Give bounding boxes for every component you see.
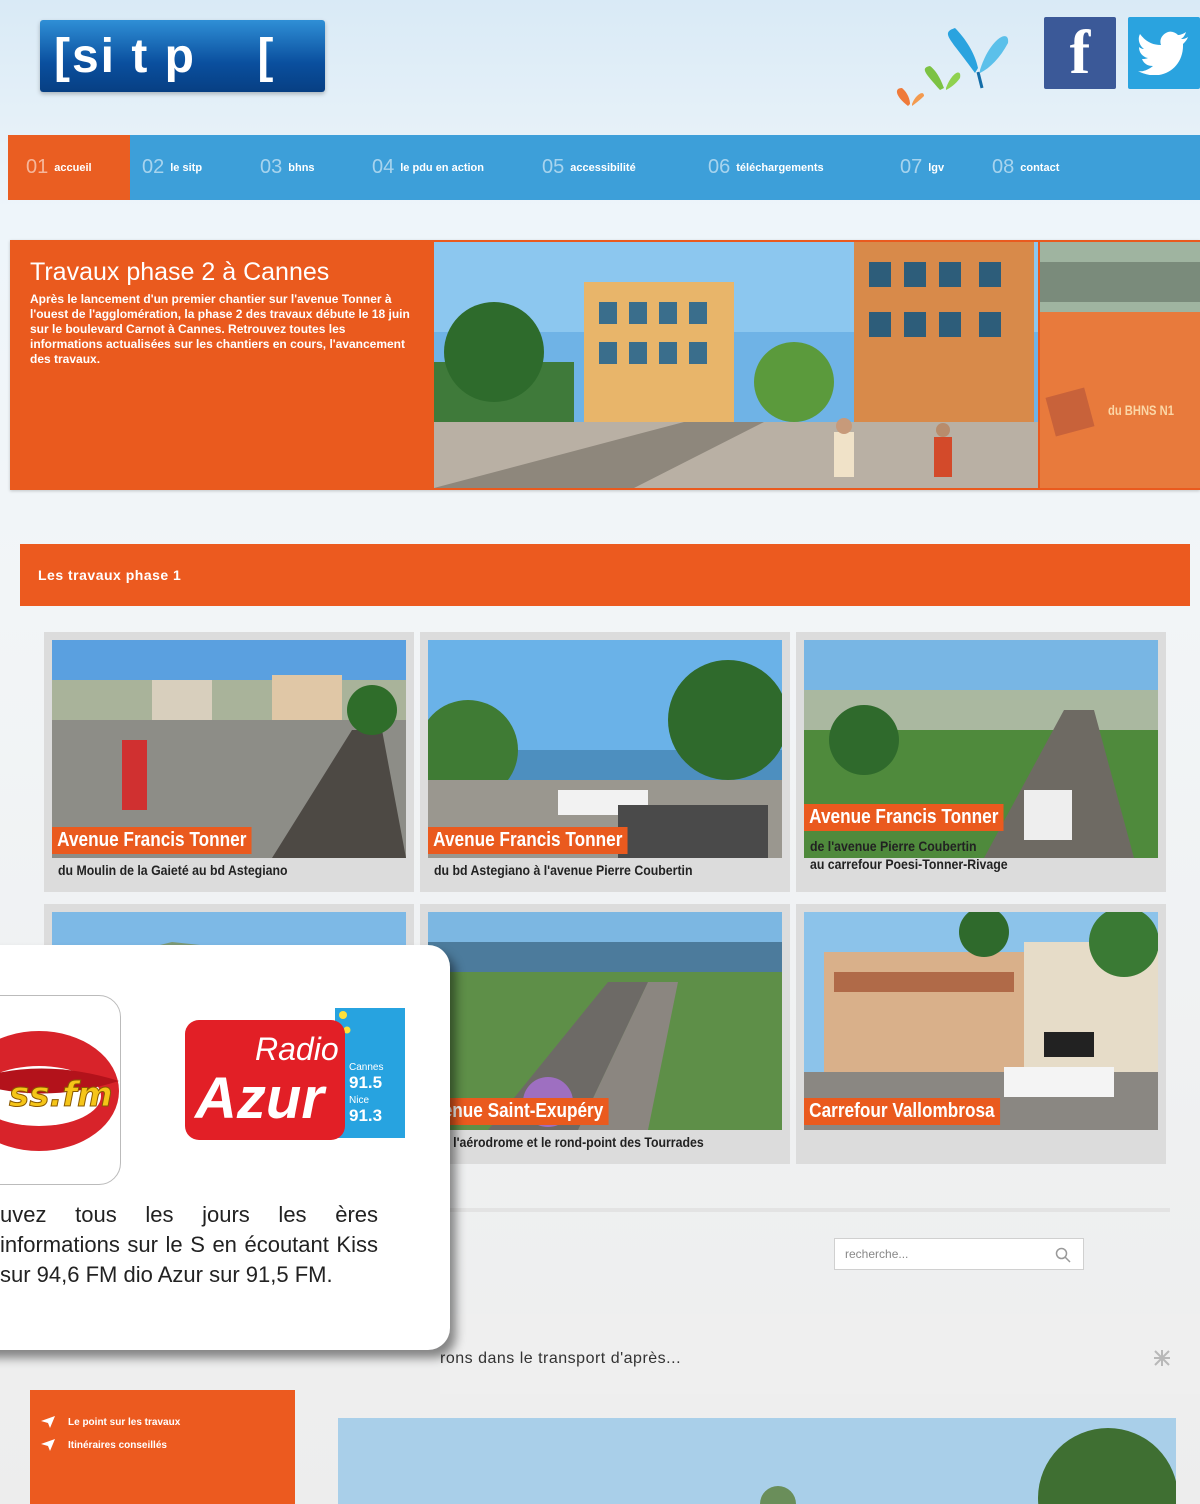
facebook-icon[interactable]: f <box>1044 17 1116 89</box>
sidebar-link-itineraires[interactable]: Itinéraires conseillés <box>40 1438 167 1452</box>
nav-label: accessibilité <box>570 161 636 174</box>
card-subtitle: du Moulin de la Gaieté au bd Astegiano <box>58 862 288 878</box>
nav-item-accessibilite[interactable]: 05 accessibilité <box>542 135 636 200</box>
nav-label: contact <box>1020 161 1060 174</box>
site-logo[interactable]: [si t p [ <box>40 20 325 92</box>
card-tonner-1[interactable]: Avenue Francis Tonner du Moulin de la Ga… <box>44 632 414 892</box>
card-title: Avenue Francis Tonner <box>804 804 1004 831</box>
azur-city-2: Nice <box>349 1095 369 1106</box>
nav-label: accueil <box>54 161 92 174</box>
sidebar-link-travaux[interactable]: Le point sur les travaux <box>40 1415 180 1429</box>
hero-text: Après le lancement d'un premier chantier… <box>30 292 410 366</box>
nav-num: 03 <box>260 156 283 178</box>
divider <box>440 1208 1170 1212</box>
plane-icon <box>41 1439 55 1451</box>
bottom-banner-photo <box>338 1418 1176 1504</box>
card-tonner-3[interactable]: Avenue Francis Tonner de l'avenue Pierre… <box>796 632 1166 892</box>
nav-num: 04 <box>372 156 395 178</box>
pin-icon[interactable] <box>1152 1348 1172 1368</box>
nav-num: 02 <box>142 156 165 178</box>
butterflies-icon <box>896 28 1009 106</box>
card-photo <box>428 640 782 858</box>
nav-item-lgv[interactable]: 07 lgv <box>900 135 944 200</box>
card-saint-exupery[interactable]: venue Saint-Exupéry tre l'aérodrome et l… <box>420 904 790 1164</box>
nav-num: 06 <box>708 156 731 178</box>
hero-thumbnail[interactable] <box>1040 242 1200 488</box>
sidebar-link-label: Itinéraires conseillés <box>68 1439 167 1451</box>
twitter-icon[interactable] <box>1128 17 1200 89</box>
card-title: Carrefour Vallombrosa <box>804 1098 1000 1125</box>
nav-num: 08 <box>992 156 1015 178</box>
nav-num: 05 <box>542 156 565 178</box>
nav-item-telechargements[interactable]: 06 téléchargements <box>708 135 824 200</box>
popup-text: uvez tous les jours les ères information… <box>0 1202 378 1287</box>
nav-label: téléchargements <box>736 161 824 174</box>
main-nav: 01 accueil 02 le sitp 03 bhns 04 le pdu en a… <box>8 135 1200 200</box>
tagline-text: rons dans le transport d'après... <box>440 1350 682 1367</box>
hero-banner[interactable]: Travaux phase 2 à Cannes Après le lancem… <box>10 240 1200 490</box>
nav-label: le pdu en action <box>400 161 484 174</box>
nav-item-contact[interactable]: 08 contact <box>992 135 1059 200</box>
card-subtitle: du bd Astegiano à l'avenue Pierre Couber… <box>434 862 693 878</box>
facebook-glyph: f <box>1069 18 1091 87</box>
azur-title-2: Azur <box>193 1066 327 1131</box>
radio-azur-logo[interactable]: Radio Azur Cannes 91.5 Nice 91.3 <box>185 1000 405 1145</box>
card-vallombrosa[interactable]: Carrefour Vallombrosa <box>796 904 1166 1164</box>
card-title: Avenue Francis Tonner <box>428 827 628 854</box>
search-placeholder: recherche... <box>845 1247 909 1261</box>
kiss-text: ss.fm <box>9 1075 113 1115</box>
search-input[interactable]: recherche... <box>834 1238 1084 1270</box>
search-icon[interactable] <box>1055 1247 1071 1263</box>
section-title-bar: Les travaux phase 1 <box>20 544 1190 606</box>
kiss-fm-logo[interactable]: ss.fm <box>0 995 121 1185</box>
nav-num: 01 <box>26 156 49 178</box>
nav-item-bhns[interactable]: 03 bhns <box>260 135 315 200</box>
card-subtitle: de l'avenue Pierre Coubertin <box>810 838 977 854</box>
azur-freq-2: 91.3 <box>349 1106 382 1125</box>
card-tonner-2[interactable]: Avenue Francis Tonner du bd Astegiano à … <box>420 632 790 892</box>
section-title: Les travaux phase 1 <box>38 567 182 583</box>
nav-num: 07 <box>900 156 923 178</box>
sidebar-link-label: Le point sur les travaux <box>68 1416 181 1428</box>
card-subtitle: tre l'aérodrome et le rond-point des Tou… <box>434 1134 704 1150</box>
logo-text: [si t p [ <box>54 29 276 83</box>
hero-street-photo <box>434 242 1038 488</box>
twitter-bird-icon <box>1138 31 1188 75</box>
nav-label: lgv <box>928 161 945 174</box>
nav-item-le-sitp[interactable]: 02 le sitp <box>142 135 202 200</box>
card-photo <box>52 640 406 858</box>
hero-thumb-caption: du BHNS N1 <box>1108 402 1174 418</box>
azur-title-1: Radio <box>255 1031 339 1067</box>
plane-icon <box>41 1416 55 1428</box>
card-title: venue Saint-Exupéry <box>428 1098 609 1125</box>
hero-title: Travaux phase 2 à Cannes <box>30 258 330 286</box>
tagline-bar: rons dans le transport d'après... <box>440 1314 1200 1394</box>
azur-freq-1: 91.5 <box>349 1073 382 1092</box>
nav-item-accueil[interactable]: 01 accueil <box>8 135 130 200</box>
nav-label: le sitp <box>170 161 203 174</box>
card-subtitle-line2: au carrefour Poesi-Tonner-Rivage <box>810 856 1008 872</box>
card-title: Avenue Francis Tonner <box>52 827 252 854</box>
nav-label: bhns <box>288 161 315 174</box>
kiss-lips-icon: ss.fm <box>0 1031 119 1151</box>
azur-city-1: Cannes <box>349 1062 383 1073</box>
nav-item-le-pdu-en-action[interactable]: 04 le pdu en action <box>372 135 484 200</box>
radio-popup[interactable]: ss.fm Radio Azur Cannes 91.5 Nice 91.3 u… <box>0 945 450 1350</box>
sidebar-box: Le point sur les travaux Itinéraires con… <box>30 1390 295 1504</box>
